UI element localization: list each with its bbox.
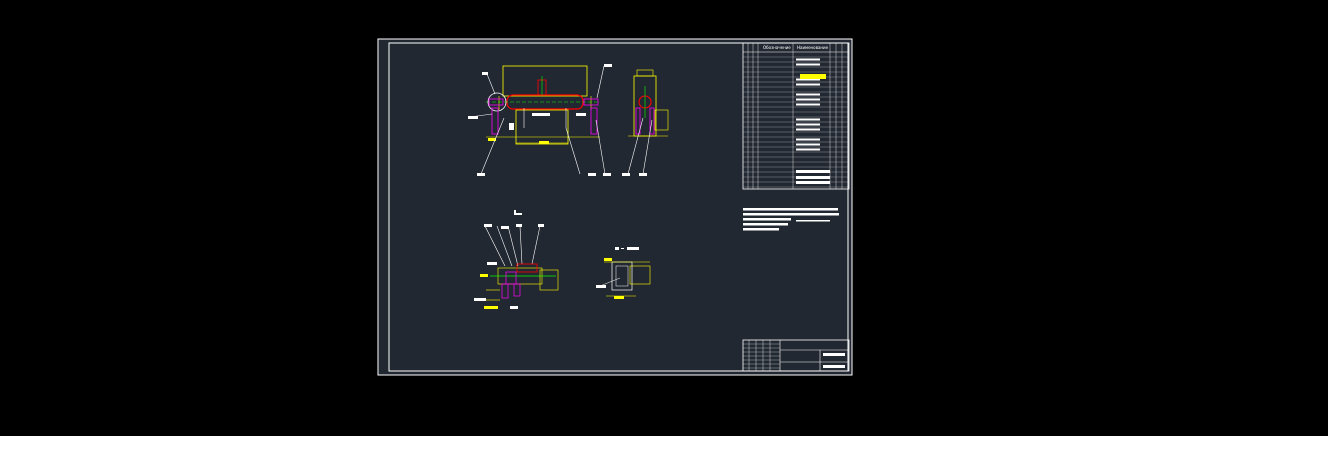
bom-cell-text [796, 63, 820, 66]
bom-cell-text [796, 98, 820, 101]
bom-cell-text [796, 93, 820, 96]
cad-drawing-sheet: Обозначение Наименование [377, 38, 853, 376]
bom-header-name: Наименование [797, 45, 829, 50]
drawing-viewport[interactable]: Обозначение Наименование [0, 0, 1328, 436]
bom-cell-text [796, 138, 820, 141]
bom-cell-text [796, 123, 820, 126]
bom-cell-text [796, 143, 820, 146]
bom-cell-text [796, 83, 820, 86]
leader-tag [509, 123, 514, 130]
dim-text-block [532, 113, 550, 116]
bom-cell-text [796, 128, 820, 131]
bom-cell-text [796, 118, 820, 121]
bom-highlight [800, 74, 826, 79]
bom-header-designation: Обозначение [763, 45, 791, 50]
bom-cell-text [796, 148, 820, 151]
dim-text-block-2 [576, 113, 586, 116]
bom-cell-text [796, 103, 820, 106]
bom-cell-text [796, 58, 820, 61]
sheet-outer-border [377, 38, 853, 376]
